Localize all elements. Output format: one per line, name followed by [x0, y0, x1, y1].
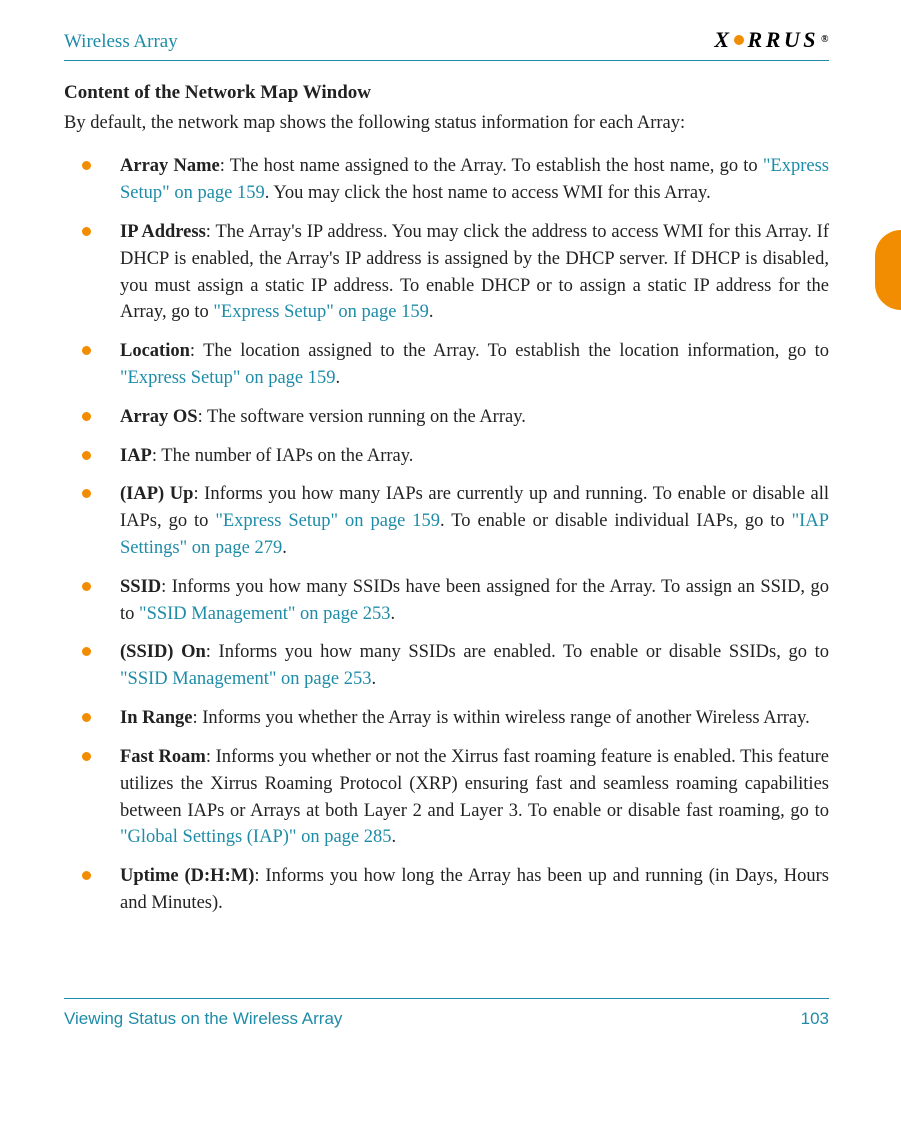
body-text: : Informs you how many SSIDs are enabled… — [206, 642, 829, 662]
list-item: In Range: Informs you whether the Array … — [64, 705, 829, 732]
list-item: Fast Roam: Informs you whether or not th… — [64, 744, 829, 851]
body-text: . — [392, 827, 397, 847]
term: (SSID) On — [120, 642, 206, 662]
list-item: IAP: The number of IAPs on the Array. — [64, 443, 829, 470]
body-text: : Informs you whether or not the Xirrus … — [120, 747, 829, 821]
term: In Range — [120, 708, 192, 728]
section-tab — [875, 230, 901, 310]
body-text: : Informs you whether the Array is withi… — [192, 708, 809, 728]
term: IP Address — [120, 222, 206, 242]
cross-ref-link[interactable]: "Express Setup" on page 159 — [213, 302, 429, 322]
term: Uptime (D:H:M) — [120, 866, 254, 886]
list-item: Uptime (D:H:M): Informs you how long the… — [64, 863, 829, 917]
cross-ref-link[interactable]: "SSID Management" on page 253 — [120, 669, 371, 689]
term: Array Name — [120, 156, 220, 176]
body-text: : The host name assigned to the Array. T… — [220, 156, 763, 176]
cross-ref-link[interactable]: "SSID Management" on page 253 — [139, 604, 390, 624]
body-text: . — [371, 669, 376, 689]
logo-letter: X — [714, 24, 729, 56]
header-title: Wireless Array — [64, 28, 178, 56]
list-item: SSID: Informs you how many SSIDs have be… — [64, 574, 829, 628]
list-item: IP Address: The Array's IP address. You … — [64, 219, 829, 326]
list-item: Array OS: The software version running o… — [64, 404, 829, 431]
page-footer: Viewing Status on the Wireless Array 103 — [64, 998, 829, 1032]
logo-letter: U — [784, 24, 800, 56]
list-item: Location: The location assigned to the A… — [64, 338, 829, 392]
definition-list: Array Name: The host name assigned to th… — [64, 153, 829, 917]
term: Location — [120, 341, 190, 361]
list-item: (IAP) Up: Informs you how many IAPs are … — [64, 481, 829, 561]
cross-ref-link[interactable]: "Global Settings (IAP)" on page 285 — [120, 827, 392, 847]
logo-trademark: ® — [821, 33, 829, 48]
page-header: Wireless Array X RRUS ® — [64, 24, 829, 61]
body-text: . — [429, 302, 434, 322]
footer-section: Viewing Status on the Wireless Array — [64, 1007, 342, 1032]
body-text: . To enable or disable individual IAPs, … — [440, 511, 792, 531]
list-item: Array Name: The host name assigned to th… — [64, 153, 829, 207]
term: SSID — [120, 577, 161, 597]
logo-letter: R — [748, 24, 763, 56]
body-text: . You may click the host name to access … — [265, 183, 711, 203]
body-text: . — [390, 604, 395, 624]
body-text: : The software version running on the Ar… — [198, 407, 526, 427]
logo-letter: S — [803, 24, 816, 56]
section-title: Content of the Network Map Window — [64, 79, 829, 107]
intro-text: By default, the network map shows the fo… — [64, 110, 829, 137]
logo-letter: R — [766, 24, 781, 56]
cross-ref-link[interactable]: "Express Setup" on page 159 — [215, 511, 440, 531]
term: Array OS — [120, 407, 198, 427]
page-number: 103 — [801, 1007, 829, 1032]
brand-logo: X RRUS ® — [714, 24, 829, 56]
list-item: (SSID) On: Informs you how many SSIDs ar… — [64, 639, 829, 693]
term: IAP — [120, 446, 152, 466]
logo-dot-icon — [734, 35, 744, 45]
body-text: . — [336, 368, 341, 388]
term: Fast Roam — [120, 747, 206, 767]
cross-ref-link[interactable]: "Express Setup" on page 159 — [120, 368, 336, 388]
body-text: . — [282, 538, 287, 558]
body-text: : The location assigned to the Array. To… — [190, 341, 829, 361]
body-text: : The number of IAPs on the Array. — [152, 446, 414, 466]
term: (IAP) Up — [120, 484, 193, 504]
